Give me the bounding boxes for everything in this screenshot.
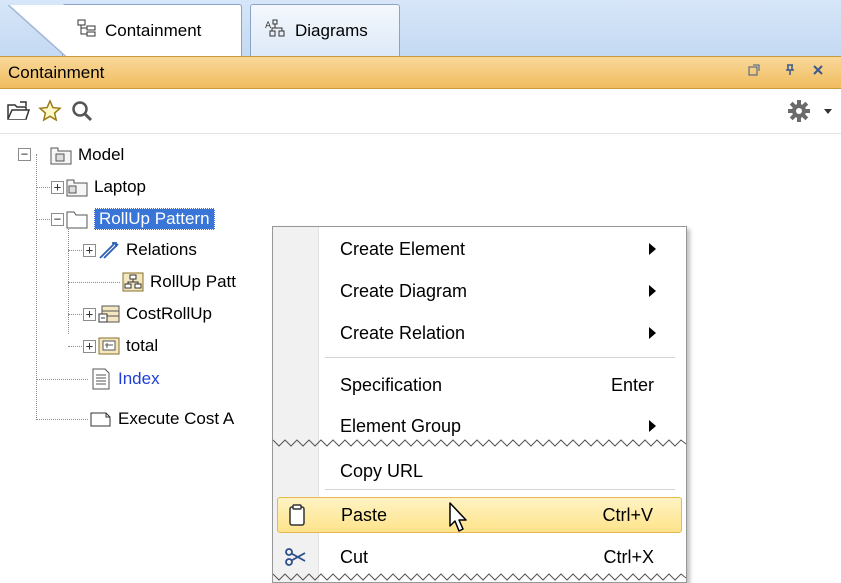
tree-node-label: RollUp Patt xyxy=(150,272,236,291)
menu-item-label: Create Diagram xyxy=(340,280,468,301)
menu-item-cut[interactable]: Cut Ctrl+X xyxy=(273,539,686,575)
block-icon xyxy=(98,304,120,324)
diagram-icon xyxy=(122,272,144,292)
tree-node-label: CostRollUp xyxy=(126,304,212,323)
tab-containment[interactable]: Containment xyxy=(8,4,242,57)
tree-node-label: Index xyxy=(118,369,160,388)
expand-toggle[interactable]: + xyxy=(51,181,64,194)
folder-icon xyxy=(66,209,88,229)
tree-connector xyxy=(36,154,37,420)
tree-node-label: RollUp Pattern xyxy=(94,208,215,230)
submenu-arrow-icon xyxy=(649,243,656,255)
tree-node-rollup-diagram[interactable]: RollUp Patt xyxy=(122,269,236,295)
favorite-star-icon[interactable] xyxy=(36,97,64,125)
collapse-toggle[interactable]: − xyxy=(18,148,31,161)
tree-connector xyxy=(36,419,88,420)
tree-connector xyxy=(36,379,88,380)
menu-item-shortcut: Ctrl+X xyxy=(603,546,654,567)
tree-node-costrollup[interactable]: CostRollUp xyxy=(98,301,212,327)
expand-toggle[interactable]: + xyxy=(83,244,96,257)
tree-node-label: Relations xyxy=(126,240,197,259)
menu-item-shortcut: Enter xyxy=(610,374,654,395)
menu-item-copy-url[interactable]: Copy URL xyxy=(273,453,686,489)
search-icon[interactable] xyxy=(68,97,96,125)
model-package-icon xyxy=(50,145,72,165)
menu-item-shortcut: Ctrl+V xyxy=(602,504,653,525)
scissors-icon xyxy=(283,544,309,570)
submenu-arrow-icon xyxy=(649,420,656,432)
clipboard-icon xyxy=(284,502,310,528)
submenu-arrow-icon xyxy=(649,285,656,297)
mouse-cursor-icon xyxy=(449,502,467,532)
expand-toggle[interactable]: + xyxy=(83,308,96,321)
action-icon xyxy=(90,409,112,429)
menu-item-label: Cut xyxy=(340,546,369,567)
containment-tree-icon xyxy=(77,19,97,42)
dropdown-arrow-icon[interactable] xyxy=(818,97,838,125)
tree-connector xyxy=(68,222,69,334)
value-property-icon xyxy=(98,336,120,356)
open-icon[interactable] xyxy=(4,97,32,125)
tree-node-execute-cost[interactable]: Execute Cost A xyxy=(90,406,234,432)
diagrams-icon: A xyxy=(265,18,287,43)
tree-node-rollup-pattern[interactable]: RollUp Pattern xyxy=(66,206,215,232)
tab-diagrams[interactable]: A Diagrams xyxy=(250,4,400,56)
menu-item-create-relation[interactable]: Create Relation xyxy=(273,315,686,351)
package-icon xyxy=(66,177,88,197)
menu-truncation-zigzag xyxy=(273,439,686,447)
tree-node-label: Execute Cost A xyxy=(118,409,235,428)
expand-toggle[interactable]: + xyxy=(83,340,96,353)
menu-item-create-element[interactable]: Create Element xyxy=(273,231,686,267)
tree-connector xyxy=(68,282,120,283)
tree-node-label: Model xyxy=(78,145,125,164)
pin-icon[interactable] xyxy=(784,64,796,79)
menu-item-label: Create Relation xyxy=(340,322,466,343)
collapse-toggle[interactable]: − xyxy=(51,213,64,226)
submenu-arrow-icon xyxy=(649,327,656,339)
menu-item-specification[interactable]: Specification Enter xyxy=(273,367,686,403)
close-icon[interactable] xyxy=(812,64,824,79)
tree-node-label: total xyxy=(126,336,159,355)
menu-item-label: Element Group xyxy=(340,415,462,436)
tree-node-index[interactable]: Index xyxy=(90,366,160,392)
menu-item-label: Paste xyxy=(341,504,388,525)
panel-header: Containment xyxy=(0,56,841,89)
relation-icon xyxy=(98,240,120,260)
tab-strip: Containment A Diagrams xyxy=(0,0,841,57)
menu-item-label: Copy URL xyxy=(340,460,424,481)
tree-node-laptop[interactable]: Laptop xyxy=(66,174,146,200)
menu-item-label: Create Element xyxy=(340,238,466,259)
menu-item-paste[interactable]: Paste Ctrl+V xyxy=(277,497,682,533)
menu-separator xyxy=(325,357,675,358)
tab-label: Containment xyxy=(105,20,202,40)
tree-node-relations[interactable]: Relations xyxy=(98,237,197,263)
svg-text:A: A xyxy=(265,21,272,31)
menu-truncation-zigzag xyxy=(273,573,686,581)
tree-node-label: Laptop xyxy=(94,177,146,196)
panel-title: Containment xyxy=(8,62,105,82)
undock-icon[interactable] xyxy=(748,64,760,79)
tab-label: Diagrams xyxy=(295,20,368,40)
tree-node-model[interactable]: Model xyxy=(50,142,124,168)
menu-separator xyxy=(325,489,675,490)
menu-item-create-diagram[interactable]: Create Diagram xyxy=(273,273,686,309)
gear-icon[interactable] xyxy=(785,97,813,125)
toolbar xyxy=(0,89,841,134)
context-menu: Create Element Create Diagram Create Rel… xyxy=(272,226,687,583)
tree-node-total[interactable]: total xyxy=(98,333,158,359)
menu-item-label: Specification xyxy=(340,374,443,395)
document-icon xyxy=(90,368,112,390)
